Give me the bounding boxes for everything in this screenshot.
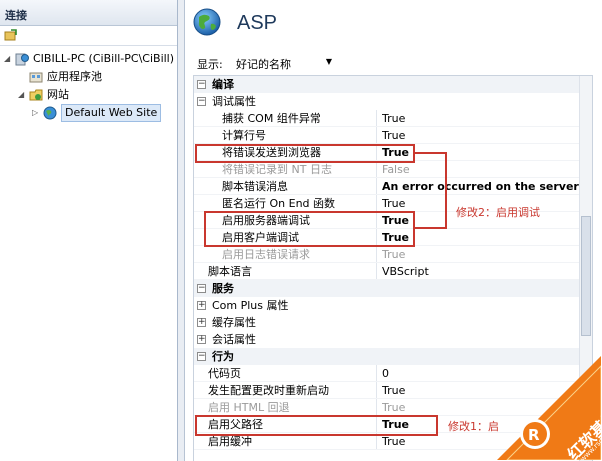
property-row[interactable]: 计算行号 True [194, 127, 592, 144]
expand-toggle-icon[interactable]: + [197, 335, 206, 344]
collapse-toggle-icon[interactable]: − [197, 284, 206, 293]
category-label: 行为 [212, 350, 234, 363]
property-row[interactable]: 脚本语言 VBScript [194, 263, 592, 280]
connect-icon[interactable] [4, 29, 18, 42]
expand-toggle-icon[interactable]: + [197, 301, 206, 310]
subcategory-label: 缓存属性 [212, 316, 256, 329]
property-row[interactable]: 脚本错误消息 An error occurred on the server wh… [194, 178, 592, 195]
connections-header: 连接 [0, 0, 177, 26]
annotation-connector [445, 152, 447, 228]
globe-icon [43, 106, 57, 120]
column-divider [376, 178, 377, 194]
dropdown-arrow-icon[interactable]: ▼ [326, 57, 332, 66]
display-mode-value: 好记的名称 [236, 58, 291, 71]
property-value[interactable]: True [382, 127, 592, 143]
property-name: 计算行号 [222, 129, 266, 142]
property-name: 代码页 [208, 367, 241, 380]
server-icon [15, 53, 29, 66]
annotation-connector [415, 227, 447, 229]
property-name: 匿名运行 On End 函数 [222, 197, 336, 210]
column-divider [376, 365, 377, 381]
column-divider [376, 161, 377, 177]
column-divider [376, 382, 377, 398]
column-divider [376, 195, 377, 211]
pane-splitter[interactable] [178, 0, 185, 461]
property-name: 发生配置更改时重新启动 [208, 384, 329, 397]
property-value[interactable]: An error occurred on the server when [382, 178, 592, 194]
property-row[interactable]: 将错误记录到 NT 日志 False [194, 161, 592, 178]
property-value[interactable]: VBScript [382, 263, 592, 279]
tree-label-app-pools: 应用程序池 [47, 70, 102, 83]
property-name: 启用 HTML 回退 [208, 401, 290, 414]
property-name: 将错误记录到 NT 日志 [222, 163, 332, 176]
app-pool-icon [29, 72, 43, 83]
tree-label-default-web-site: Default Web Site [61, 104, 162, 122]
column-divider [376, 127, 377, 143]
display-mode-dropdown[interactable]: 好记的名称 ▼ [231, 53, 336, 72]
scrollbar-thumb[interactable] [581, 216, 591, 336]
subcategory-row[interactable]: + Com Plus 属性 [194, 297, 592, 314]
column-divider [376, 246, 377, 262]
property-name: 脚本语言 [208, 265, 252, 278]
annotation-note-2: 修改2：启用调试 [456, 206, 540, 219]
annotation-box-parent-paths [195, 415, 438, 436]
tree-label-sites: 网站 [47, 88, 69, 101]
tree-label-server: CIBILL-PC (CiBill-PC\CiBill) [33, 52, 175, 65]
collapse-arrow-icon[interactable]: ◢ [4, 50, 14, 68]
category-label: 服务 [212, 282, 234, 295]
svg-text:R: R [528, 426, 540, 444]
annotation-box-debugging [204, 211, 415, 247]
category-row[interactable]: − 编译 [194, 76, 592, 93]
subcategory-label: 会话属性 [212, 333, 256, 346]
collapse-toggle-icon[interactable]: − [197, 80, 206, 89]
annotation-note-1: 修改1：启 [448, 420, 499, 433]
connections-toolbar [0, 26, 177, 46]
subcategory-row[interactable]: + 会话属性 [194, 331, 592, 348]
column-divider [376, 263, 377, 279]
collapse-toggle-icon[interactable]: − [197, 97, 206, 106]
property-value[interactable]: True [382, 246, 592, 262]
subcategory-row[interactable]: + 缓存属性 [194, 314, 592, 331]
annotation-box-send-errors [195, 144, 415, 163]
category-label: 编译 [212, 78, 234, 91]
annotation-connector [415, 152, 447, 154]
property-row[interactable]: 捕获 COM 组件异常 True [194, 110, 592, 127]
sites-folder-icon [29, 89, 43, 101]
expand-arrow-icon[interactable]: ▷ [32, 104, 42, 122]
property-row[interactable]: 启用日志错误请求 True [194, 246, 592, 263]
asp-globe-icon [193, 8, 221, 36]
subcategory-label: 调试属性 [212, 95, 256, 108]
watermark-logo: R 红软基地 www.rsdown.cn [497, 356, 601, 460]
category-row[interactable]: − 服务 [194, 280, 592, 297]
property-value[interactable]: False [382, 161, 592, 177]
collapse-toggle-icon[interactable]: − [197, 352, 206, 361]
column-divider [376, 110, 377, 126]
subcategory-row[interactable]: − 调试属性 [194, 93, 592, 110]
property-name: 捕获 COM 组件异常 [222, 112, 321, 125]
display-label: 显示: [197, 58, 223, 71]
page-title: ASP [237, 12, 278, 34]
column-divider [376, 399, 377, 415]
property-name: 脚本错误消息 [222, 180, 288, 193]
property-value[interactable]: True [382, 110, 592, 126]
property-name: 启用日志错误请求 [222, 248, 310, 261]
subcategory-label: Com Plus 属性 [212, 299, 289, 312]
expand-toggle-icon[interactable]: + [197, 318, 206, 327]
connections-pane: 连接 ◢ CIBILL-PC (CiBill-PC\CiBill) 应用程序池 … [0, 0, 178, 461]
collapse-arrow-icon[interactable]: ◢ [18, 86, 28, 104]
